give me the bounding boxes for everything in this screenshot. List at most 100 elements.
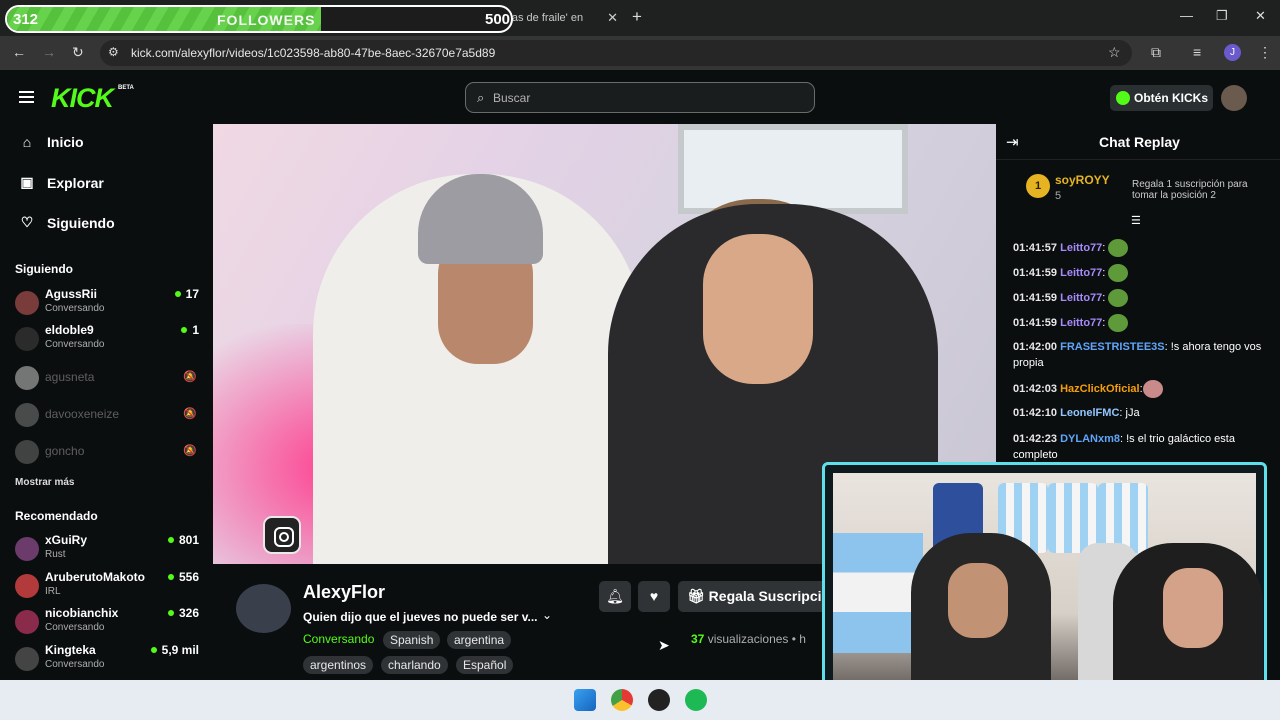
sidebar-channel-kingteka[interactable]: Kingteka Conversando 5,9 mil (15, 643, 205, 677)
bookmark-star-icon[interactable]: ☆ (1108, 44, 1121, 61)
show-more-link[interactable]: Mostrar más (15, 477, 74, 488)
avatar (15, 537, 39, 561)
tag-argentinos[interactable]: argentinos (303, 656, 374, 674)
chat-message: 01:42:23 DYLANxm8: !s el trio galáctico … (1013, 431, 1263, 463)
site-info-icon[interactable]: ⚙ (108, 45, 119, 59)
notifications-off-icon: 🔕 (183, 408, 197, 420)
user-avatar[interactable] (1221, 85, 1247, 111)
emote-icon (1108, 289, 1129, 307)
chat-message: 01:42:03 HazClickOficial: (1013, 380, 1263, 398)
rank-medal-icon: 1 (1026, 174, 1050, 198)
avatar (15, 403, 39, 427)
chat-timestamp: 01:42:03 (1013, 382, 1058, 395)
pinned-gifter: 1 soyROYY 5 Regala 1 suscripción para to… (1018, 166, 1258, 211)
chat-message: 01:42:10 LeonelFMC: jJa (1013, 405, 1263, 421)
profile-avatar[interactable]: J (1224, 44, 1241, 61)
url-text: kick.com/alexyflor/videos/1c023598-ab80-… (131, 46, 496, 60)
reload-icon[interactable]: ↻ (72, 44, 84, 61)
menu-kebab-icon[interactable]: ⋮ (1258, 44, 1272, 61)
kick-logo[interactable]: KICK (51, 83, 114, 114)
filter-icon[interactable]: ☰ (1131, 214, 1141, 227)
follower-goal-bar: 312 FOLLOWERS 500 (5, 5, 513, 33)
sidebar-item-label: Explorar (47, 174, 104, 191)
new-tab-button[interactable]: + (632, 7, 642, 27)
view-count-tail: • h (791, 632, 806, 646)
channel-category: Conversando (45, 622, 105, 633)
chat-username[interactable]: DYLANxm8 (1060, 433, 1120, 445)
channel-category: Rust (45, 549, 66, 560)
stream-category[interactable]: Conversando (303, 632, 374, 646)
sidebar-item-siguiendo[interactable]: ♡ Siguiendo (19, 214, 115, 231)
sidebar-item-explorar[interactable]: ▣ Explorar (19, 174, 104, 191)
viewer-count: 326 (168, 606, 199, 620)
window-close-icon[interactable]: ✕ (1255, 8, 1266, 24)
obs-icon[interactable] (648, 689, 670, 711)
instagram-icon (263, 516, 301, 554)
chrome-icon[interactable] (611, 689, 633, 711)
collapse-chat-icon[interactable]: ⇥ (1006, 133, 1019, 151)
windows-start-icon[interactable] (574, 689, 596, 711)
forward-icon[interactable]: → (42, 44, 56, 60)
chat-username[interactable]: Leitto77 (1060, 292, 1102, 304)
search-input[interactable]: ⌕ Buscar (465, 82, 815, 113)
minimize-icon[interactable]: — (1180, 8, 1193, 23)
channel-category: IRL (45, 586, 61, 597)
sidebar-channel-eldoble9[interactable]: eldoble9 Conversando 1 (15, 323, 205, 357)
sidebar-channel-goncho[interactable]: goncho 🔕 (15, 436, 205, 470)
sidebar-item-label: Siguiendo (47, 214, 115, 231)
view-count-label: visualizaciones (707, 632, 789, 646)
sidebar-item-inicio[interactable]: ⌂ Inicio (19, 134, 84, 150)
person-right-face (703, 234, 813, 384)
channel-category: Conversando (45, 303, 105, 314)
avatar (15, 610, 39, 634)
chevron-down-icon[interactable]: ⌄ (542, 608, 552, 622)
sidebar-channel-agussrii[interactable]: AgussRii Conversando 17 (15, 287, 205, 321)
sidebar-channel-aruberutomakoto[interactable]: AruberutoMakoto IRL 556 (15, 570, 205, 604)
back-icon[interactable]: ← (12, 44, 26, 60)
chat-timestamp: 01:41:59 (1013, 266, 1058, 279)
tag-espanol[interactable]: Español (456, 656, 514, 674)
chat-username[interactable]: Leitto77 (1060, 267, 1102, 279)
chat-username[interactable]: HazClickOficial (1060, 383, 1139, 395)
maximize-icon[interactable]: ❐ (1216, 8, 1228, 24)
webcam-person-right-face (1163, 568, 1223, 648)
emote-icon (1108, 314, 1129, 332)
sidebar-channel-nicobianchix[interactable]: nicobianchix Conversando 326 (15, 606, 205, 640)
channel-name: AruberutoMakoto (45, 570, 145, 584)
chat-username[interactable]: LeonelFMC (1060, 407, 1119, 419)
tag-argentina[interactable]: argentina (447, 631, 512, 649)
gifter-count: 5 (1055, 190, 1062, 202)
chat-title: Chat Replay (1099, 134, 1180, 150)
chat-timestamp: 01:42:23 (1013, 433, 1058, 445)
emote-icon (1142, 380, 1163, 398)
emote-icon (1108, 264, 1129, 282)
media-icon[interactable]: ≡ (1193, 44, 1201, 60)
gifter-name[interactable]: soyROYY (1055, 173, 1110, 187)
sidebar-channel-davooxeneize[interactable]: davooxeneize 🔕 (15, 399, 205, 433)
chat-username[interactable]: FRASESTRISTEE3S (1060, 341, 1165, 353)
chat-username[interactable]: Leitto77 (1060, 317, 1102, 329)
get-kicks-button[interactable]: Obtén KICKs (1110, 85, 1213, 111)
heart-icon: ♡ (20, 214, 34, 230)
following-section-title: Siguiendo (15, 262, 73, 276)
streamer-name[interactable]: AlexyFlor (303, 582, 385, 603)
extensions-icon[interactable]: ⧉ (1151, 44, 1161, 61)
chat-username[interactable]: Leitto77 (1060, 242, 1102, 254)
streamer-avatar[interactable] (236, 584, 291, 633)
argentina-flag (833, 533, 923, 653)
tag-spanish[interactable]: Spanish (383, 631, 441, 649)
beta-label: BETA (118, 85, 134, 91)
tag-charlando[interactable]: charlando (381, 656, 448, 674)
spotify-icon[interactable] (685, 689, 707, 711)
channel-name: Kingteka (45, 643, 96, 657)
close-icon[interactable]: ✕ (607, 10, 618, 26)
viewer-count: 1 (181, 323, 199, 337)
sidebar-channel-agusneta[interactable]: agusneta 🔕 (15, 362, 205, 396)
chat-timestamp: 01:41:59 (1013, 291, 1058, 304)
sidebar-channel-xguiry[interactable]: xGuiRy Rust 801 (15, 533, 205, 567)
notification-bell-button[interactable]: 🔔︎ (599, 581, 631, 612)
gift-subscription-button[interactable]: 🎁︎ Regala Suscripcio (678, 581, 828, 612)
follow-heart-button[interactable]: ♥ (638, 581, 670, 612)
hamburger-menu-icon[interactable] (19, 91, 34, 103)
follower-current: 312 (13, 11, 39, 28)
